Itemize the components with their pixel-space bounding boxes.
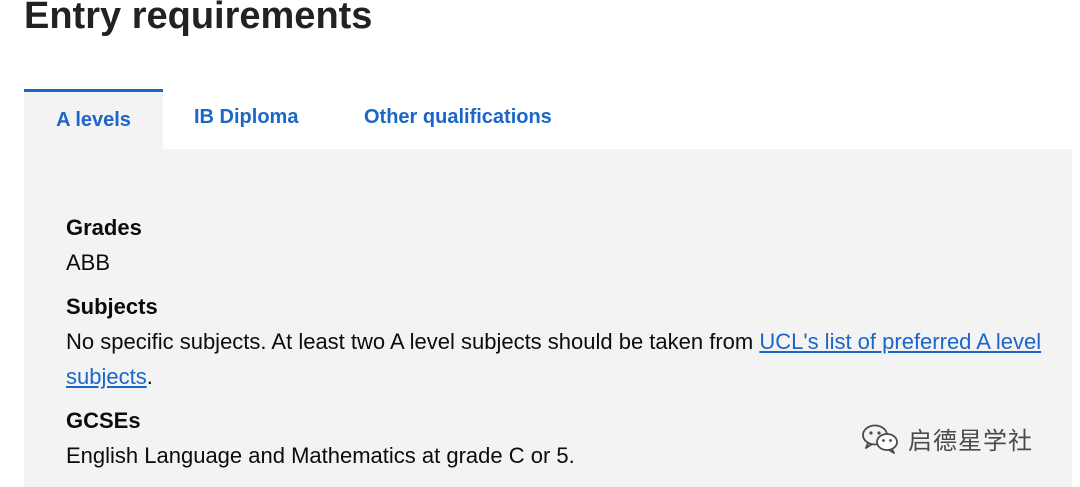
subjects-heading: Subjects	[66, 294, 158, 319]
subjects-text: No specific subjects. At least two A lev…	[66, 324, 1056, 394]
watermark: 启德星学社	[860, 420, 1033, 456]
wechat-icon	[860, 422, 900, 454]
watermark-text: 启德星学社	[908, 426, 1033, 455]
gcses-text: English Language and Mathematics at grad…	[66, 443, 575, 468]
tab-bar: A levels IB Diploma Other qualifications	[24, 89, 1072, 149]
tab-a-levels[interactable]: A levels	[24, 89, 163, 149]
tab-other-qualifications[interactable]: Other qualifications	[364, 89, 552, 149]
tab-ib-diploma[interactable]: IB Diploma	[194, 89, 298, 149]
page-title: Entry requirements	[24, 0, 373, 37]
subjects-text-before: No specific subjects. At least two A lev…	[66, 329, 760, 354]
gcses-heading: GCSEs	[66, 408, 141, 433]
grades-heading: Grades	[66, 215, 142, 240]
subjects-text-after: .	[146, 364, 153, 389]
grades-value: ABB	[66, 250, 111, 275]
